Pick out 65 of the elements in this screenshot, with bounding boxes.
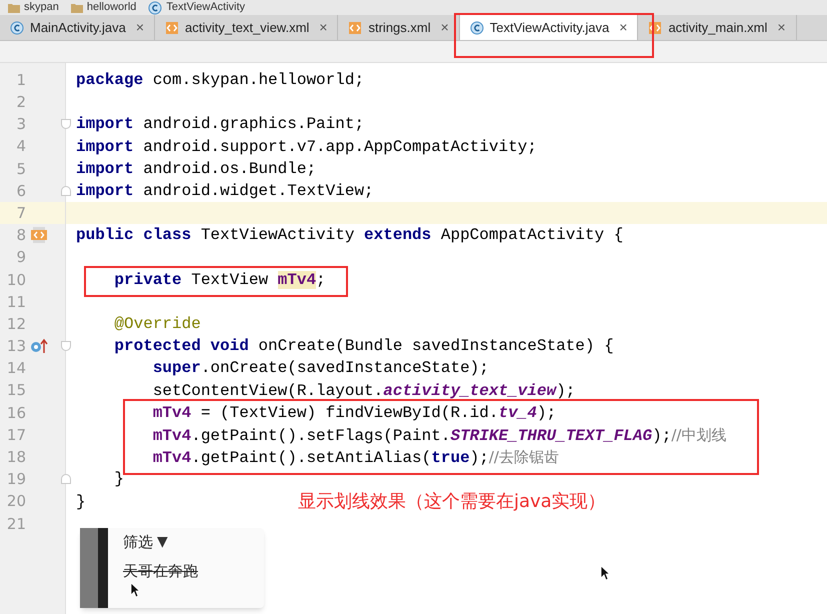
- code-line: }: [76, 492, 86, 513]
- code-line: mTv4.getPaint().setFlags(Paint.STRIKE_THRU_TEXT_FLAG);//中划线: [152, 425, 726, 447]
- folder-icon: [8, 2, 20, 12]
- fold-marker-icon[interactable]: [61, 186, 71, 196]
- line-number: 9: [15, 247, 26, 268]
- line-number: 7: [15, 202, 26, 224]
- folder-icon: [70, 2, 83, 12]
- breadcrumb-item[interactable]: TextViewActivity: [166, 1, 246, 14]
- code-line: @Override: [113, 314, 201, 336]
- line-number: 15: [6, 380, 26, 402]
- code-line: super.onCreate(savedInstanceState);: [152, 358, 489, 380]
- code-line: protected void onCreate(Bundle savedInstanceState) {: [113, 336, 614, 358]
- line-number: 8: [15, 225, 26, 246]
- close-icon[interactable]: ×: [619, 17, 628, 38]
- close-icon[interactable]: ×: [440, 17, 449, 38]
- preview-text: 天哥在奔跑: [123, 561, 198, 581]
- code-line: import android.os.Bundle;: [76, 158, 316, 180]
- line-number: 10: [6, 270, 26, 291]
- line-number: 13: [6, 336, 26, 358]
- class-icon: [148, 0, 162, 14]
- breadcrumb-item[interactable]: skypan: [24, 1, 59, 14]
- line-number: 17: [6, 424, 26, 446]
- line-number: 2: [15, 92, 26, 114]
- line-number: 4: [15, 136, 26, 158]
- caret-icon[interactable]: ▼: [157, 532, 168, 552]
- mouse-cursor-icon: [600, 565, 610, 581]
- code-line: }: [113, 469, 124, 490]
- code-line: package com.skypan.helloworld;: [76, 70, 364, 91]
- fold-marker-icon[interactable]: [61, 474, 71, 484]
- line-number: 20: [6, 491, 26, 512]
- class-icon: [470, 20, 484, 34]
- line-number: 1: [15, 70, 26, 91]
- line-number: 5: [15, 158, 26, 180]
- code-line: import android.graphics.Paint;: [76, 114, 364, 136]
- xml-file-icon: [165, 20, 180, 34]
- class-icon: [10, 20, 24, 34]
- code-line: import android.support.v7.app.AppCompatActivity;: [76, 136, 537, 158]
- fold-marker-icon[interactable]: [61, 341, 71, 352]
- xml-file-icon: [348, 20, 362, 34]
- mouse-cursor-icon: [130, 582, 140, 598]
- close-icon[interactable]: ×: [136, 17, 144, 38]
- filter-label[interactable]: 筛选: [123, 532, 153, 552]
- editor-tab[interactable]: TextViewActivity.java ×: [460, 15, 638, 40]
- code-line: public class TextViewActivity extends AppCompatActivity {: [76, 225, 624, 246]
- line-number: 12: [6, 314, 26, 335]
- line-number: 6: [15, 180, 26, 202]
- close-icon[interactable]: ×: [319, 17, 328, 38]
- class-marker-icon[interactable]: [31, 226, 47, 244]
- line-number: 11: [6, 292, 26, 313]
- breadcrumb-item[interactable]: helloworld: [86, 1, 136, 14]
- close-icon[interactable]: ×: [777, 17, 786, 38]
- fold-marker-icon[interactable]: [61, 119, 71, 130]
- line-number: 21: [6, 514, 26, 535]
- code-line: import android.widget.TextView;: [76, 180, 374, 202]
- line-number: 14: [6, 358, 26, 380]
- code-line: private TextView mTv4;: [113, 270, 326, 291]
- code-line: mTv4 = (TextView) findViewById(R.id.tv_4);: [152, 402, 556, 424]
- code-line: mTv4.getPaint().setAntiAlias(true);//去除锯齿: [152, 447, 559, 470]
- line-number: 16: [6, 402, 26, 424]
- line-number: 3: [15, 114, 26, 136]
- code-line: setContentView(R.layout.activity_text_view);: [152, 380, 576, 402]
- line-number: 19: [6, 469, 26, 490]
- override-marker-icon[interactable]: [30, 338, 48, 354]
- annotation-note: 显示划线效果（这个需要在java实现）: [298, 490, 606, 514]
- line-number: 18: [6, 447, 26, 468]
